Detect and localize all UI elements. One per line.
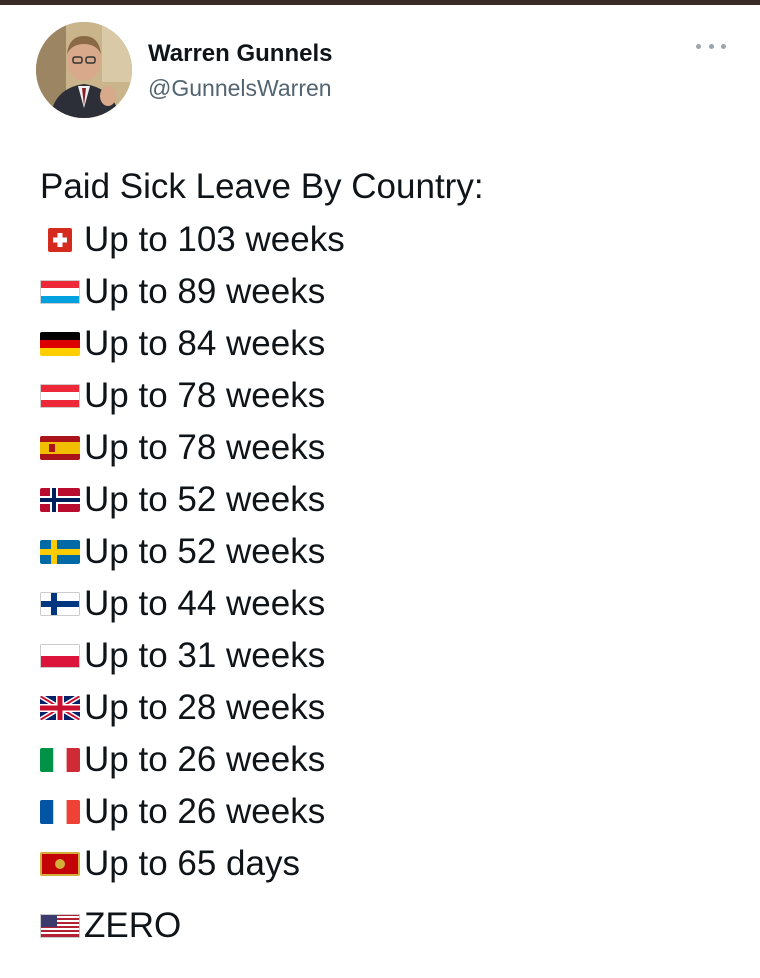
list-item-text: Up to 26 weeks xyxy=(84,792,326,831)
poland-flag-icon xyxy=(40,644,80,668)
list-item-text: Up to 89 weeks xyxy=(84,272,326,311)
list-item: Up to 52 weeks xyxy=(40,474,730,526)
austria-flag-icon xyxy=(40,384,80,408)
list-item: Up to 78 weeks xyxy=(40,370,730,422)
montenegro-flag-icon xyxy=(40,852,80,876)
switzerland-flag-icon xyxy=(48,228,72,252)
list-item: Up to 78 weeks xyxy=(40,422,730,474)
list-item-text: Up to 28 weeks xyxy=(84,688,326,727)
closing-item: ZERO xyxy=(40,900,730,952)
list-item: Up to 103 weeks xyxy=(40,214,730,266)
list-item: Up to 26 weeks xyxy=(40,734,730,786)
list-item: Up to 65 days xyxy=(40,838,730,890)
list-item: Up to 84 weeks xyxy=(40,318,730,370)
usa-flag-icon xyxy=(40,914,80,938)
germany-flag-icon xyxy=(40,332,80,356)
list-item-text: Up to 78 weeks xyxy=(84,428,326,467)
author-name[interactable]: Warren Gunnels xyxy=(148,40,332,68)
list-item-text: Up to 26 weeks xyxy=(84,740,326,779)
list-item-text: Up to 103 weeks xyxy=(84,220,345,259)
luxembourg-flag-icon xyxy=(40,280,80,304)
list-item: Up to 52 weeks xyxy=(40,526,730,578)
finland-flag-icon xyxy=(40,592,80,616)
norway-flag-icon xyxy=(40,488,80,512)
tweet-intro: Paid Sick Leave By Country: xyxy=(40,167,484,206)
closing-text: ZERO xyxy=(84,906,182,945)
tweet-text: Paid Sick Leave By Country: Up to 103 we… xyxy=(40,162,730,952)
dot-icon xyxy=(696,43,701,49)
more-options-icon[interactable] xyxy=(696,38,726,54)
list-item: Up to 31 weeks xyxy=(40,630,730,682)
list-item-text: Up to 31 weeks xyxy=(84,636,326,675)
dot-icon xyxy=(721,43,726,49)
list-item: Up to 89 weeks xyxy=(40,266,730,318)
top-edge-bar xyxy=(0,0,760,5)
list-item-text: Up to 44 weeks xyxy=(84,584,326,623)
list-item: Up to 44 weeks xyxy=(40,578,730,630)
avatar[interactable] xyxy=(36,22,132,118)
author-handle[interactable]: @GunnelsWarren xyxy=(148,75,332,102)
list-item-text: Up to 52 weeks xyxy=(84,480,326,519)
list-item: Up to 28 weeks xyxy=(40,682,730,734)
list-item-text: Up to 78 weeks xyxy=(84,376,326,415)
uk-flag-icon xyxy=(40,696,80,720)
sweden-flag-icon xyxy=(40,540,80,564)
italy-flag-icon xyxy=(40,748,80,772)
tweet-header: Warren Gunnels @GunnelsWarren xyxy=(36,22,726,118)
list-item-text: Up to 52 weeks xyxy=(84,532,326,571)
dot-icon xyxy=(708,43,714,49)
list-item-text: Up to 65 days xyxy=(84,844,300,883)
france-flag-icon xyxy=(40,800,80,824)
avatar-photo-icon xyxy=(36,22,132,118)
list-item: Up to 26 weeks xyxy=(40,786,730,838)
list-item-text: Up to 84 weeks xyxy=(84,324,326,363)
spain-flag-icon xyxy=(40,436,80,460)
